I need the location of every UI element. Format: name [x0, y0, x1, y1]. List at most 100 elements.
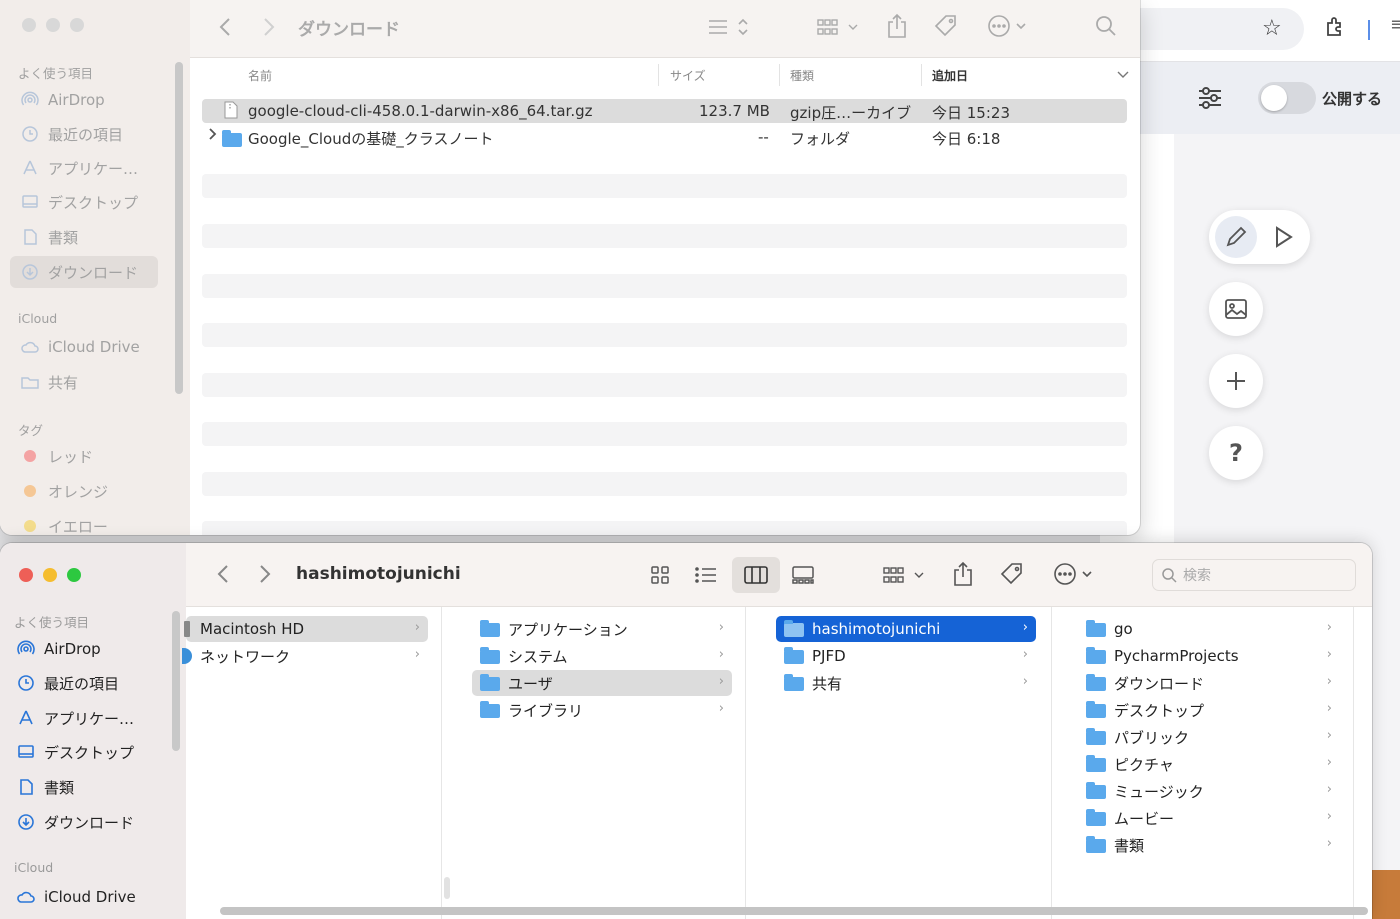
sidebar-item-documents[interactable]: 書類 — [16, 771, 74, 803]
sidebar-item-label: iCloud Drive — [44, 888, 136, 906]
list-view-sort-icon[interactable] — [704, 14, 752, 40]
horizontal-scrollbar[interactable] — [220, 907, 1368, 915]
network-globe-icon — [182, 648, 192, 664]
chevron-right-icon: › — [1326, 701, 1332, 716]
shared-folder-icon — [20, 372, 40, 392]
sidebar-item-icloud-drive[interactable]: iCloud Drive — [16, 881, 136, 913]
publish-toggle[interactable] — [1258, 82, 1316, 114]
zoom-window-button[interactable] — [67, 568, 81, 582]
sort-chevron-down-icon[interactable] — [1114, 66, 1132, 84]
sidebar-tag-orange[interactable]: オレンジ — [20, 475, 108, 507]
column-item-shared[interactable]: 共有 › — [776, 670, 1036, 696]
column-header-size[interactable]: サイズ — [670, 62, 706, 88]
add-plus-button[interactable] — [1209, 354, 1263, 408]
column-item-downloads[interactable]: ダウンロード › — [1078, 670, 1340, 696]
column-item-users[interactable]: ユーザ › — [472, 670, 732, 696]
column-divider[interactable] — [921, 64, 922, 86]
column-resize-handle[interactable] — [444, 877, 450, 899]
sidebar-tag-red[interactable]: レッド — [20, 440, 93, 472]
column-divider[interactable] — [779, 64, 780, 86]
cloud-icon — [20, 337, 40, 357]
sidebar-tag-yellow[interactable]: イエロー — [20, 510, 108, 535]
sidebar-item-label: ダウンロード — [48, 263, 139, 282]
applications-icon — [20, 158, 40, 178]
tag-icon[interactable] — [932, 12, 960, 40]
forward-chevron-icon[interactable] — [254, 561, 276, 587]
column-header-name[interactable]: 名前 — [248, 62, 272, 88]
column-item-go[interactable]: go › — [1078, 616, 1340, 642]
close-window-button[interactable] — [19, 568, 33, 582]
finder-sidebar: よく使う項目 AirDrop 最近の項目 アプリケー… デスクトップ 書類 ダウ… — [0, 543, 186, 919]
file-row[interactable]: Google_Cloudの基礎_クラスノート -- フォルダ 今日 6:18 — [202, 125, 1127, 149]
desktop-icon — [16, 742, 36, 762]
back-chevron-icon[interactable] — [214, 14, 236, 40]
sidebar-item-recents[interactable]: 最近の項目 — [16, 667, 119, 699]
column-item-library[interactable]: ライブラリ › — [472, 697, 732, 723]
edit-pencil-button[interactable] — [1215, 216, 1257, 258]
image-button[interactable] — [1209, 282, 1263, 336]
sidebar-scrollbar[interactable] — [172, 611, 180, 751]
sidebar-item-airdrop[interactable]: AirDrop — [20, 84, 105, 116]
column-item-documents[interactable]: 書類 › — [1078, 832, 1340, 858]
sidebar-item-desktop[interactable]: デスクトップ — [20, 186, 138, 218]
column-item-movies[interactable]: ムービー › — [1078, 805, 1340, 831]
column-header-kind[interactable]: 種類 — [790, 62, 814, 88]
column-divider[interactable] — [658, 64, 659, 86]
column-view-icon[interactable] — [732, 557, 780, 593]
column-item-hashimotojunichi[interactable]: hashimotojunichi › — [776, 616, 1036, 642]
play-button[interactable] — [1271, 224, 1295, 254]
close-window-button[interactable] — [22, 18, 36, 32]
more-actions-icon[interactable] — [986, 12, 1032, 40]
forward-chevron-icon[interactable] — [258, 14, 280, 40]
minimize-window-button[interactable] — [43, 568, 57, 582]
sliders-settings-icon[interactable] — [1196, 84, 1224, 112]
group-icon[interactable] — [880, 561, 928, 589]
list-view-icon[interactable] — [692, 563, 720, 587]
share-icon[interactable] — [884, 12, 910, 40]
sidebar-item-airdrop[interactable]: AirDrop — [16, 633, 101, 665]
sidebar-item-applications[interactable]: アプリケー… — [20, 152, 138, 184]
sidebar-item-shared[interactable]: 共有 — [20, 366, 78, 398]
sidebar-item-label: iCloud Drive — [48, 338, 140, 356]
search-icon[interactable] — [1092, 12, 1120, 40]
sidebar-item-documents[interactable]: 書類 — [20, 221, 78, 253]
search-field[interactable]: 検索 — [1152, 559, 1356, 591]
group-icon[interactable] — [814, 14, 862, 40]
sidebar-scrollbar[interactable] — [175, 62, 183, 394]
tag-icon[interactable] — [998, 560, 1026, 588]
zoom-window-button[interactable] — [70, 18, 84, 32]
column-item-pycharmprojects[interactable]: PycharmProjects › — [1078, 643, 1340, 669]
column-item-desktop[interactable]: デスクトップ › — [1078, 697, 1340, 723]
column-item-music[interactable]: ミュージック › — [1078, 778, 1340, 804]
column-item-system[interactable]: システム › — [472, 643, 732, 669]
file-kind: フォルダ — [790, 130, 851, 148]
sidebar-item-recents[interactable]: 最近の項目 — [20, 118, 123, 150]
column-item-pjfd[interactable]: PJFD › — [776, 643, 1036, 669]
icon-view-grid-icon[interactable] — [648, 563, 672, 587]
extensions-icon[interactable] — [1324, 16, 1346, 43]
sidebar-item-icloud-drive[interactable]: iCloud Drive — [20, 331, 140, 363]
column-item-macintosh-hd[interactable]: Macintosh HD › — [184, 616, 428, 642]
column-item-pictures[interactable]: ピクチャ › — [1078, 751, 1340, 777]
file-row[interactable]: google-cloud-cli-458.0.1-darwin-x86_64.t… — [202, 99, 1127, 123]
help-question-button[interactable]: ? — [1209, 426, 1263, 480]
sidebar-item-downloads[interactable]: ダウンロード — [16, 806, 134, 838]
desktop-folder-icon — [1086, 701, 1106, 718]
minimize-window-button[interactable] — [46, 18, 60, 32]
column-item-network[interactable]: ネットワーク › — [182, 643, 428, 669]
gallery-view-icon[interactable] — [788, 563, 818, 587]
column-header-date-added[interactable]: 追加日 — [932, 62, 968, 88]
share-icon[interactable] — [950, 559, 976, 589]
disclosure-chevron-icon[interactable] — [208, 127, 218, 145]
column-item-applications[interactable]: アプリケーション › — [472, 616, 732, 642]
chevron-right-icon: › — [1022, 674, 1028, 689]
sidebar-item-downloads[interactable]: ダウンロード — [10, 256, 158, 288]
bookmark-star-icon[interactable]: ☆ — [1262, 16, 1282, 41]
back-chevron-icon[interactable] — [212, 561, 234, 587]
sidebar-item-desktop[interactable]: デスクトップ — [16, 736, 134, 768]
sidebar-item-applications[interactable]: アプリケー… — [16, 702, 134, 734]
column-item-public[interactable]: パブリック › — [1078, 724, 1340, 750]
more-actions-icon[interactable] — [1052, 560, 1098, 588]
sidebar-item-label: オレンジ — [48, 482, 109, 501]
menu-icon[interactable]: ≡ — [1390, 14, 1400, 35]
